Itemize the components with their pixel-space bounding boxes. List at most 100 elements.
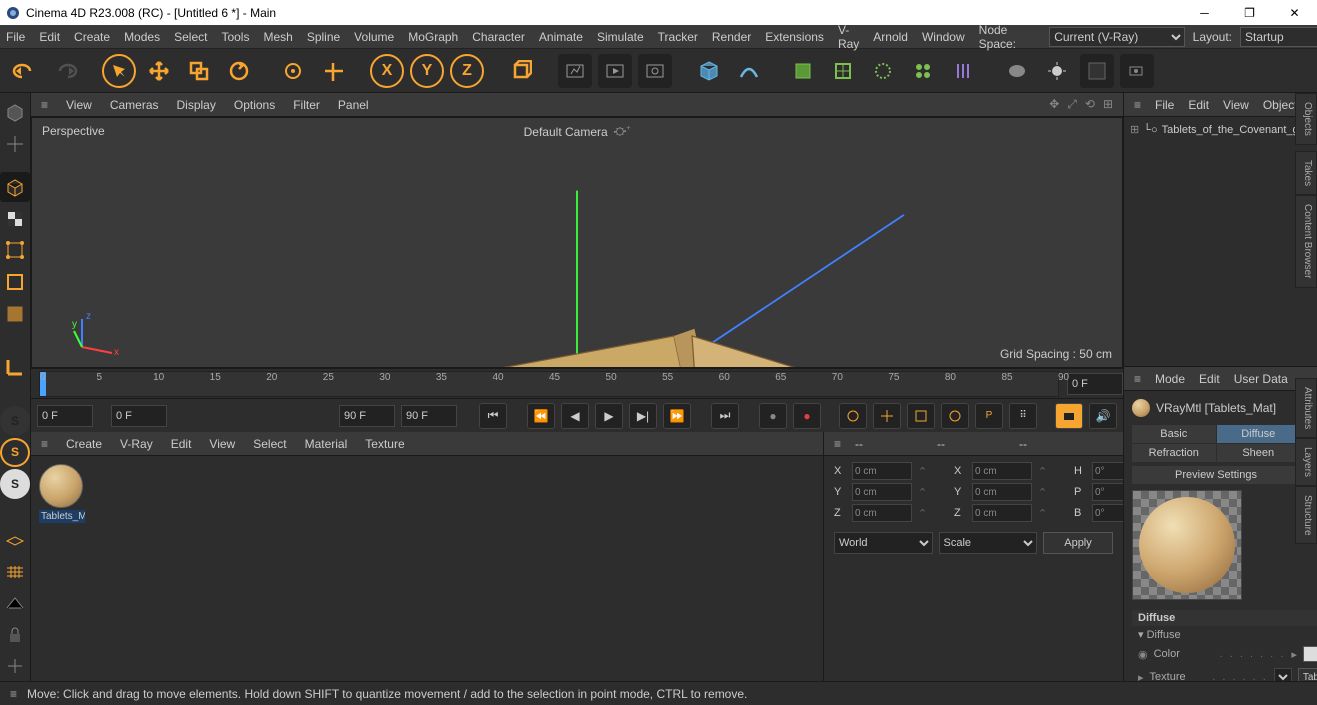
light-button[interactable] xyxy=(1040,54,1074,88)
coord-input[interactable] xyxy=(972,483,1032,501)
point-mode-icon[interactable] xyxy=(0,236,30,266)
vray-cam-button[interactable] xyxy=(1120,54,1154,88)
vp-rotate-icon[interactable]: ⟲ xyxy=(1085,97,1095,112)
autokey-button[interactable]: ● xyxy=(793,403,821,429)
end2-frame-input[interactable] xyxy=(401,405,457,427)
timeline-ruler[interactable]: 051015202530354045505560657075808590 xyxy=(39,371,1059,397)
menu-render[interactable]: Render xyxy=(712,30,751,44)
key-param-button[interactable]: P xyxy=(975,403,1003,429)
goto-start-button[interactable]: ⏮ xyxy=(479,403,507,429)
recent-tool[interactable] xyxy=(276,54,310,88)
tab-diffuse[interactable]: Diffuse xyxy=(1217,425,1301,443)
nodespace-select[interactable]: Current (V-Ray) xyxy=(1049,27,1184,47)
workplane-icon[interactable] xyxy=(0,523,30,553)
om-menu-view[interactable]: View xyxy=(1223,98,1249,112)
scale-tool[interactable] xyxy=(182,54,216,88)
menu-arnold[interactable]: Arnold xyxy=(873,30,908,44)
object-manager-tree[interactable]: ⊞ └○ Tablets_of_the_Covenant_group xyxy=(1124,117,1317,367)
color-swatch[interactable] xyxy=(1303,646,1317,662)
place-tool[interactable] xyxy=(316,54,350,88)
snap-off-icon[interactable]: S xyxy=(0,406,30,436)
hamburger-icon[interactable]: ≡ xyxy=(1134,372,1141,386)
spline-prim-button[interactable] xyxy=(732,54,766,88)
spinner-icon[interactable]: ⌃ xyxy=(1038,486,1068,499)
key-all-button[interactable]: ⠿ xyxy=(1009,403,1037,429)
coord-input[interactable] xyxy=(852,462,912,480)
start-frame-input[interactable] xyxy=(111,405,167,427)
menu-character[interactable]: Character xyxy=(472,30,525,44)
spinner-icon[interactable]: ⌃ xyxy=(918,486,948,499)
undo-button[interactable] xyxy=(8,54,42,88)
tab-refraction[interactable]: Refraction xyxy=(1132,444,1216,462)
snap-settings-icon[interactable]: S xyxy=(0,469,30,499)
spinner-icon[interactable]: ⌃ xyxy=(918,465,948,478)
lock-icon[interactable] xyxy=(0,620,30,650)
tab-sheen[interactable]: Sheen xyxy=(1217,444,1301,462)
key-pos-button[interactable] xyxy=(839,403,867,429)
object-axis-icon[interactable] xyxy=(0,129,30,159)
goto-end-button[interactable]: ⏭ xyxy=(711,403,739,429)
menu-animate[interactable]: Animate xyxy=(539,30,583,44)
menu-mesh[interactable]: Mesh xyxy=(263,30,292,44)
end-frame-input[interactable] xyxy=(339,405,395,427)
om-menu-file[interactable]: File xyxy=(1155,98,1174,112)
menu-vray[interactable]: V-Ray xyxy=(838,23,859,51)
floor-grid-icon[interactable] xyxy=(0,556,30,586)
floor-persp-icon[interactable] xyxy=(0,588,30,618)
frame-end-display[interactable] xyxy=(1067,373,1123,395)
scene-button[interactable] xyxy=(1080,54,1114,88)
coord-input[interactable] xyxy=(972,462,1032,480)
tab-preview-settings[interactable]: Preview Settings xyxy=(1132,466,1300,484)
coord-input[interactable] xyxy=(972,504,1032,522)
key-scale-button[interactable] xyxy=(907,403,935,429)
rotate-tool[interactable] xyxy=(222,54,256,88)
render-settings-button[interactable] xyxy=(638,54,672,88)
mat-menu-edit[interactable]: Edit xyxy=(171,437,192,451)
menu-tracker[interactable]: Tracker xyxy=(658,30,698,44)
array-button[interactable] xyxy=(906,54,940,88)
key-rot-button[interactable] xyxy=(941,403,969,429)
texture-path-input[interactable] xyxy=(1298,668,1317,681)
vp-menu-view[interactable]: View xyxy=(66,98,92,112)
diffuse-subsection-toggle[interactable]: ▾ Diffuse xyxy=(1132,626,1317,643)
move-tool[interactable] xyxy=(142,54,176,88)
vp-menu-panel[interactable]: Panel xyxy=(338,98,369,112)
side-tab-takes[interactable]: Takes xyxy=(1295,151,1317,195)
menu-create[interactable]: Create xyxy=(74,30,110,44)
subdiv-button[interactable] xyxy=(826,54,860,88)
maximize-button[interactable]: ❐ xyxy=(1227,0,1272,25)
vp-layout-icon[interactable]: ⊞ xyxy=(1103,97,1113,112)
vp-menu-filter[interactable]: Filter xyxy=(293,98,320,112)
hamburger-icon[interactable]: ≡ xyxy=(10,687,17,701)
menu-tools[interactable]: Tools xyxy=(221,30,249,44)
model-cube-icon[interactable] xyxy=(0,172,30,202)
hamburger-icon[interactable]: ≡ xyxy=(1134,98,1141,112)
mat-menu-select[interactable]: Select xyxy=(253,437,286,451)
coord-system-button[interactable] xyxy=(504,54,538,88)
next-key-button[interactable]: ⏩ xyxy=(663,403,691,429)
mat-menu-view[interactable]: View xyxy=(209,437,235,451)
menu-extensions[interactable]: Extensions xyxy=(765,30,824,44)
mat-menu-texture[interactable]: Texture xyxy=(365,437,404,451)
vp-move-icon[interactable]: ✥ xyxy=(1049,97,1059,112)
coord-world-select[interactable]: World xyxy=(834,532,933,554)
vp-menu-display[interactable]: Display xyxy=(177,98,216,112)
render-view-button[interactable] xyxy=(558,54,592,88)
coord-input[interactable] xyxy=(852,483,912,501)
record-button[interactable]: ● xyxy=(759,403,787,429)
menu-volume[interactable]: Volume xyxy=(354,30,394,44)
x-axis-toggle[interactable]: X xyxy=(370,54,404,88)
vp-zoom-icon[interactable]: ⤢ xyxy=(1067,97,1077,112)
hamburger-icon[interactable]: ≡ xyxy=(41,98,48,112)
spinner-icon[interactable]: ⌃ xyxy=(918,507,948,520)
render-pv-button[interactable] xyxy=(598,54,632,88)
close-button[interactable]: ✕ xyxy=(1272,0,1317,25)
sound-button[interactable]: 🔊 xyxy=(1089,403,1117,429)
coord-input[interactable] xyxy=(852,504,912,522)
coord-apply-button[interactable]: Apply xyxy=(1043,532,1113,554)
mat-menu-vray[interactable]: V-Ray xyxy=(120,437,153,451)
key-move-button[interactable] xyxy=(873,403,901,429)
texture-dropdown[interactable] xyxy=(1274,668,1292,681)
cube-prim-button[interactable] xyxy=(692,54,726,88)
vp-menu-cameras[interactable]: Cameras xyxy=(110,98,159,112)
